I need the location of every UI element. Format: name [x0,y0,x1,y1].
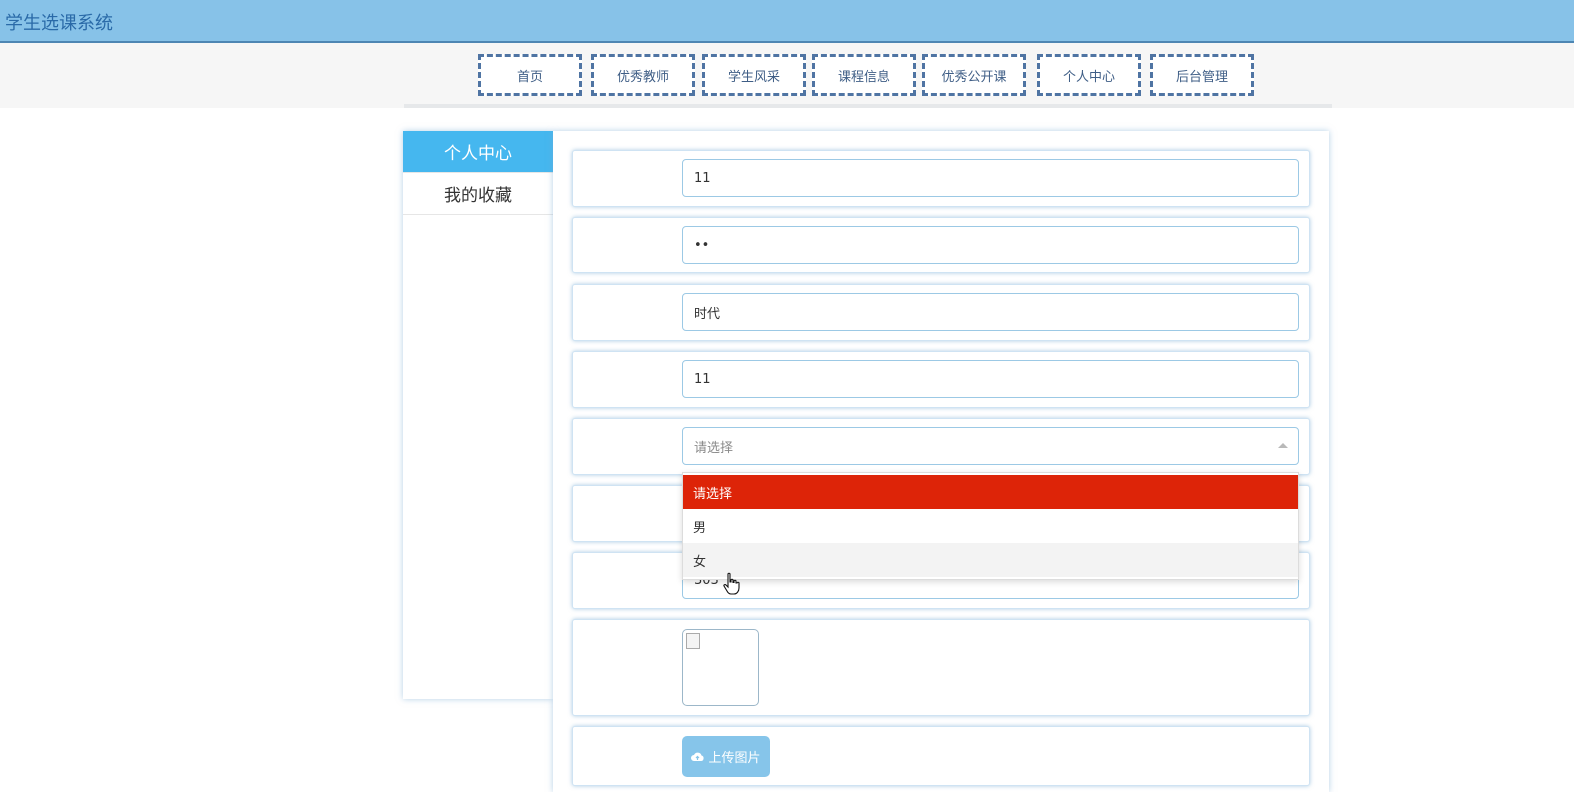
gender-option-female[interactable]: 女 [683,543,1298,577]
upload-image-label: 上传图片 [708,751,761,766]
age-input[interactable]: 11 [682,360,1299,398]
nav-divider [404,104,1332,108]
app-header: 学生选课系统 [0,0,1574,43]
gender-option-male[interactable]: 男 [683,509,1298,543]
sidebar: 个人中心 我的收藏 [403,131,553,699]
nav-students[interactable]: 学生风采 [702,54,806,96]
nav-open-courses[interactable]: 优秀公开课 [922,54,1026,96]
hand-cursor-icon [723,572,740,595]
nav-teachers[interactable]: 优秀教师 [591,54,695,96]
nav-courses[interactable]: 课程信息 [812,54,916,96]
gender-dropdown: 请选择 男 女 [682,472,1299,580]
cloud-upload-icon [691,752,705,761]
app-title: 学生选课系统 [5,13,113,34]
nav-admin[interactable]: 后台管理 [1150,54,1254,96]
broken-image-icon [686,633,700,649]
sidebar-item-favorites[interactable]: 我的收藏 [403,173,553,215]
gender-select[interactable]: 请选择 [682,427,1299,465]
photo-preview [682,629,759,706]
upload-image-button[interactable]: 上传图片 [682,736,770,777]
nav-home[interactable]: 首页 [478,54,582,96]
caret-up-icon [1278,443,1288,448]
gender-select-value: 请选择 [694,440,734,456]
student-id-input[interactable]: 11 [682,159,1299,197]
sidebar-item-personal-center[interactable]: 个人中心 [403,131,553,173]
nav-personal-center[interactable]: 个人中心 [1037,54,1141,96]
password-input[interactable]: •• [682,226,1299,264]
name-input[interactable]: 时代 [682,293,1299,331]
gender-option-placeholder[interactable]: 请选择 [683,475,1298,509]
